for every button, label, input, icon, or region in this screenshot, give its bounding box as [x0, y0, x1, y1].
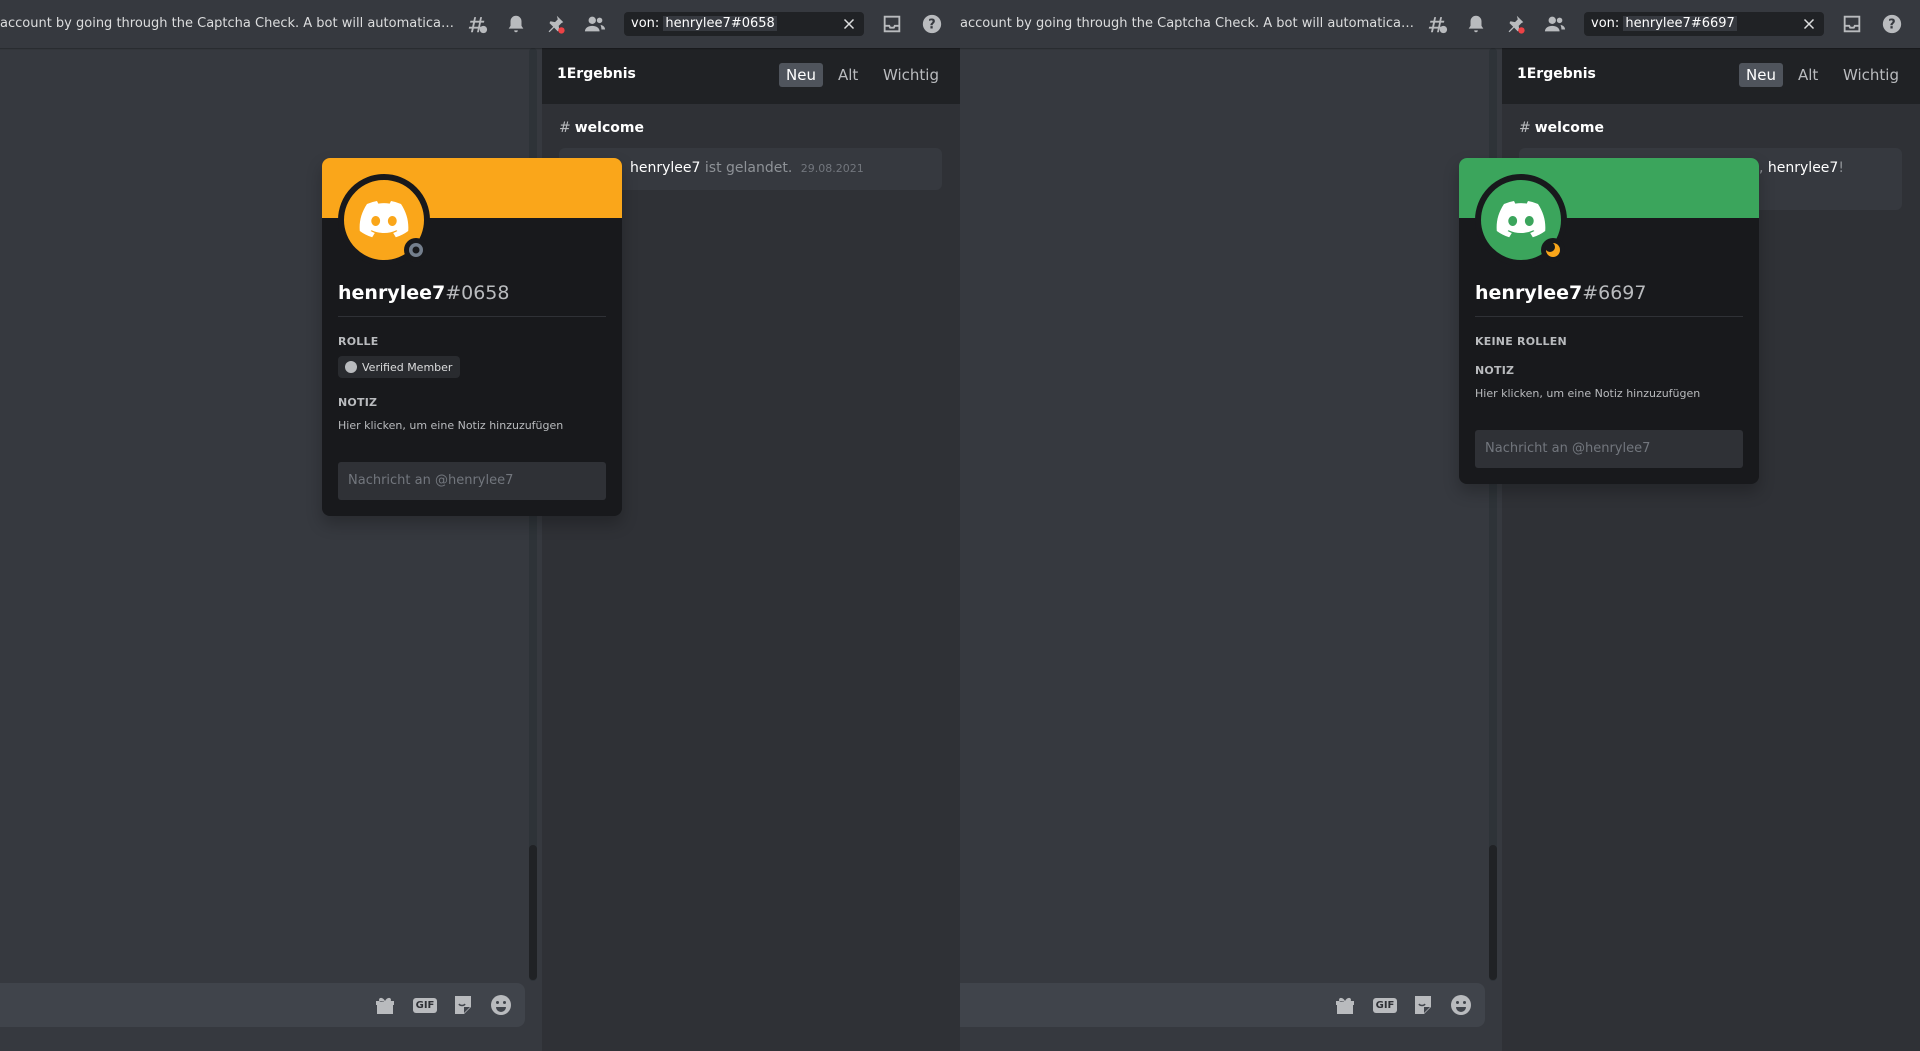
direct-message-input[interactable]: Nachricht an @henrylee7 [338, 462, 606, 500]
result-body-lead: , [1759, 160, 1768, 176]
chat-scrollbar-thumb[interactable] [1489, 845, 1497, 980]
results-count: 1Ergebnis [557, 66, 636, 82]
profile-discriminator: #0658 [445, 282, 510, 304]
channel-topic[interactable]: account by going through the Captcha Che… [0, 13, 455, 35]
status-offline-icon [404, 238, 428, 262]
gif-icon[interactable]: GIF [412, 993, 438, 1017]
search-results-header: 1Ergebnis Neu Alt Wichtig [542, 48, 960, 104]
profile-name: henrylee7 [1475, 282, 1583, 304]
chat-scrollbar-thumb[interactable] [529, 845, 537, 980]
sort-tab-new[interactable]: Neu [1739, 63, 1783, 87]
help-icon[interactable]: ? [1880, 12, 1904, 36]
profile-discriminator: #6697 [1582, 282, 1647, 304]
status-idle-icon [1541, 238, 1565, 262]
threads-icon[interactable] [465, 12, 489, 36]
channel-header: account by going through the Captcha Che… [0, 0, 960, 48]
roles-heading: ROLLE [338, 335, 379, 348]
result-channel-label: welcome [574, 120, 644, 136]
pane-left: account by going through the Captcha Che… [0, 0, 960, 1051]
message-composer[interactable]: GIF [960, 983, 1485, 1027]
threads-icon[interactable] [1425, 12, 1449, 36]
channel-hash-icon: # [559, 120, 571, 136]
discord-logo-icon [1496, 201, 1546, 238]
sort-tab-relevant[interactable]: Wichtig [1836, 63, 1906, 87]
sticker-icon[interactable] [1410, 993, 1436, 1017]
search-filter-prefix: von: [1591, 16, 1620, 31]
sort-tab-old[interactable]: Alt [831, 63, 865, 87]
note-heading: NOTIZ [338, 396, 378, 409]
members-icon[interactable] [1543, 12, 1567, 36]
profile-username[interactable]: henrylee7#0658 [338, 282, 606, 317]
emoji-icon[interactable] [488, 993, 514, 1017]
search-filter-token: von: henrylee7#0658 [628, 15, 780, 33]
user-profile-popout: henrylee7#6697 KEINE ROLLEN NOTIZ Hier k… [1459, 158, 1759, 484]
emoji-icon[interactable] [1448, 993, 1474, 1017]
search-results-header: 1Ergebnis Neu Alt Wichtig [1502, 48, 1920, 104]
result-channel-label: welcome [1534, 120, 1604, 136]
result-body: ist gelandet. [704, 160, 793, 176]
channel-topic[interactable]: account by going through the Captcha Che… [960, 13, 1415, 35]
note-field[interactable]: Hier klicken, um eine Notiz hinzuzufügen [1475, 387, 1743, 400]
result-username[interactable]: henrylee7 [1768, 160, 1838, 176]
chat-area [960, 48, 1492, 1051]
help-icon[interactable]: ? [920, 12, 944, 36]
role-name: Verified Member [362, 360, 453, 374]
results-count: 1Ergebnis [1517, 66, 1596, 82]
gif-icon[interactable]: GIF [1372, 993, 1398, 1017]
profile-username[interactable]: henrylee7#6697 [1475, 282, 1743, 317]
note-field[interactable]: Hier klicken, um eine Notiz hinzuzufügen [338, 419, 606, 432]
gift-icon[interactable] [1332, 993, 1358, 1017]
user-profile-popout: henrylee7#0658 ROLLE Verified Member NOT… [322, 158, 622, 516]
note-heading: NOTIZ [1475, 364, 1515, 377]
message-composer[interactable]: GIF [0, 983, 525, 1027]
members-icon[interactable] [583, 12, 607, 36]
inbox-icon[interactable] [880, 12, 904, 36]
pin-icon[interactable] [1503, 12, 1527, 36]
search-filter-prefix: von: [631, 16, 660, 31]
channel-header: account by going through the Captcha Che… [960, 0, 1920, 48]
inbox-icon[interactable] [1840, 12, 1864, 36]
discord-logo-icon [359, 201, 409, 238]
sort-tab-new[interactable]: Neu [779, 63, 823, 87]
sticker-icon[interactable] [450, 993, 476, 1017]
pin-icon[interactable] [543, 12, 567, 36]
bell-icon[interactable] [504, 12, 528, 36]
search-filter-value: henrylee7#6697 [1623, 16, 1737, 31]
result-timestamp: 29.08.2021 [800, 162, 864, 175]
pane-right: account by going through the Captcha Che… [960, 0, 1920, 1051]
roles-heading: KEINE ROLLEN [1475, 335, 1567, 348]
clear-search-icon[interactable] [1800, 15, 1818, 33]
clear-search-icon[interactable] [840, 15, 858, 33]
role-color-dot [345, 361, 357, 373]
result-message-text: henrylee7 ist gelandet. 29.08.2021 [630, 160, 864, 176]
result-body-tail: ! [1838, 160, 1844, 176]
profile-name: henrylee7 [338, 282, 446, 304]
sort-tab-old[interactable]: Alt [1791, 63, 1825, 87]
search-input[interactable]: von: henrylee7#0658 [624, 12, 864, 36]
result-message-text: , henrylee7! [1759, 160, 1844, 176]
svg-text:?: ? [928, 18, 935, 33]
channel-hash-icon: # [1519, 120, 1531, 136]
direct-message-input[interactable]: Nachricht an @henrylee7 [1475, 430, 1743, 468]
svg-text:?: ? [1888, 18, 1895, 33]
search-filter-token: von: henrylee7#6697 [1588, 15, 1740, 33]
search-filter-value: henrylee7#0658 [663, 16, 777, 31]
sort-tab-relevant[interactable]: Wichtig [876, 63, 946, 87]
result-channel-name[interactable]: # welcome [1519, 120, 1604, 136]
search-input[interactable]: von: henrylee7#6697 [1584, 12, 1824, 36]
result-channel-name[interactable]: # welcome [559, 120, 644, 136]
gift-icon[interactable] [372, 993, 398, 1017]
result-username[interactable]: henrylee7 [630, 160, 700, 176]
bell-icon[interactable] [1464, 12, 1488, 36]
role-pill[interactable]: Verified Member [338, 356, 461, 378]
